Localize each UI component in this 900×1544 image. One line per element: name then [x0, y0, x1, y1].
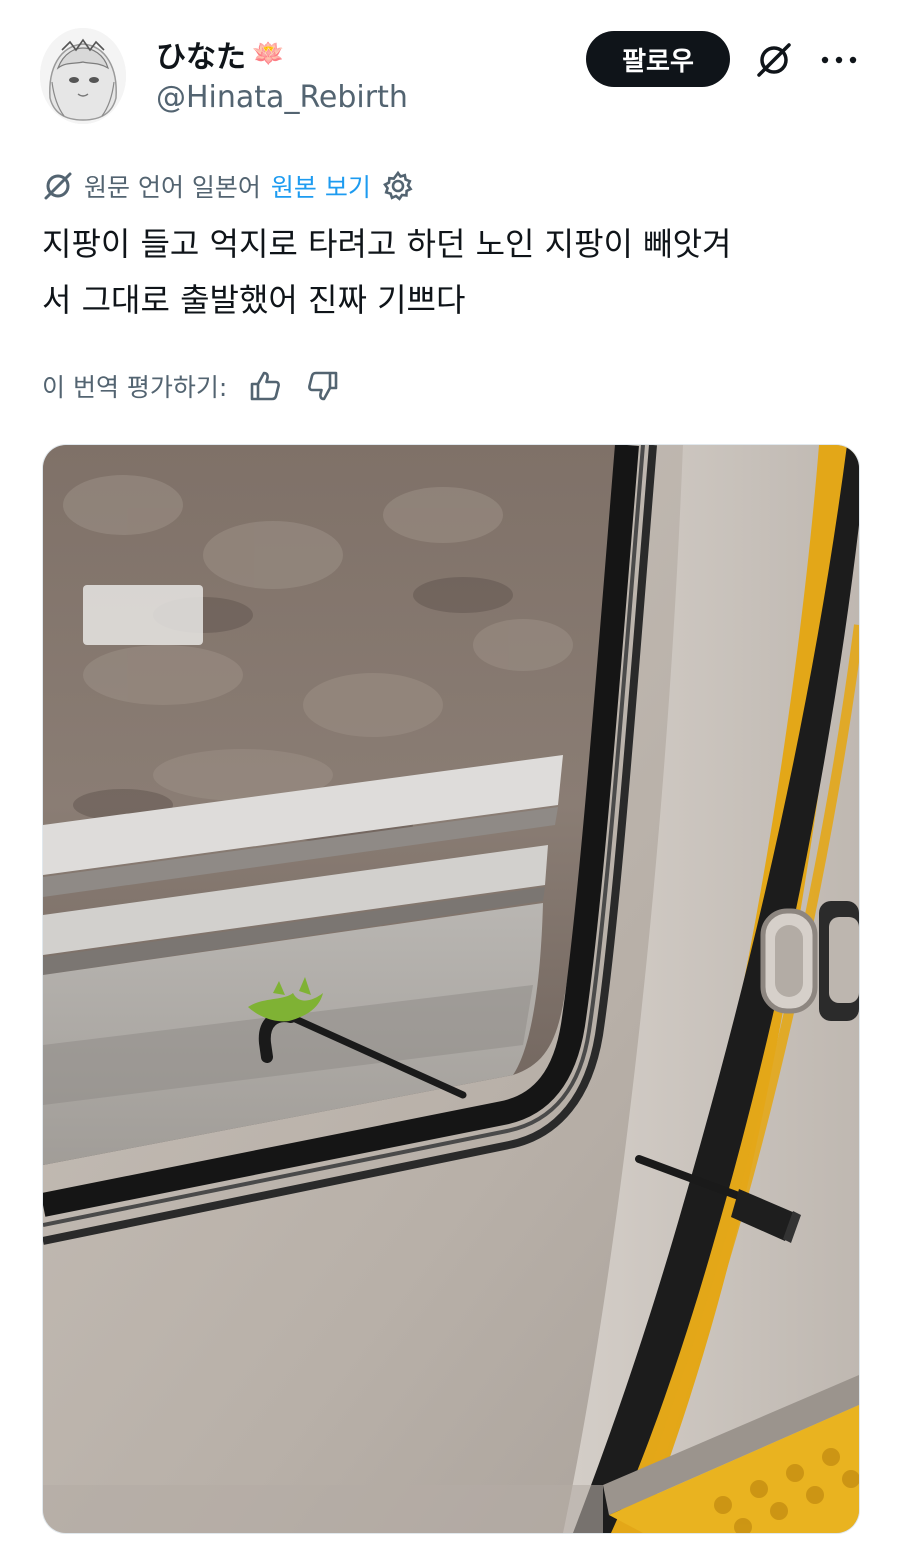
tweet-text: 지팡이 들고 억지로 타려고 하던 노인 지팡이 빼앗겨 서 그대로 출발했어 …: [42, 216, 862, 328]
source-language-label: 원문 언어 일본어: [84, 173, 261, 202]
gear-icon[interactable]: [381, 169, 415, 203]
avatar-illustration: [40, 28, 126, 124]
rate-translation-row: 이 번역 평가하기:: [42, 364, 343, 408]
train-door-photo: [43, 445, 859, 1533]
translation-bar: 원문 언어 일본어 원본 보기: [42, 166, 415, 206]
translate-icon: [42, 170, 74, 202]
show-original-link[interactable]: 원본 보기: [271, 168, 371, 204]
grok-icon[interactable]: [750, 36, 798, 84]
follow-button[interactable]: 팔로우: [586, 31, 730, 87]
tweet-photo[interactable]: [42, 444, 860, 1534]
more-icon[interactable]: [818, 40, 860, 80]
name-row: ひなた 🪷: [156, 32, 285, 76]
tweet-header: ひなた 🪷 @Hinata_Rebirth 팔로우: [0, 0, 900, 140]
lotus-emoji: 🪷: [252, 39, 285, 69]
tweet-text-line-1: 지팡이 들고 억지로 타려고 하던 노인 지팡이 빼앗겨: [42, 225, 732, 263]
avatar[interactable]: [40, 28, 126, 124]
thumbs-down-icon[interactable]: [303, 366, 343, 406]
thumbs-up-icon[interactable]: [245, 366, 285, 406]
rate-translation-label: 이 번역 평가하기:: [42, 373, 228, 402]
display-name[interactable]: ひなた: [156, 32, 246, 76]
user-handle[interactable]: @Hinata_Rebirth: [156, 80, 408, 115]
tweet-text-line-2: 서 그대로 출발했어 진짜 기쁘다: [42, 281, 466, 319]
